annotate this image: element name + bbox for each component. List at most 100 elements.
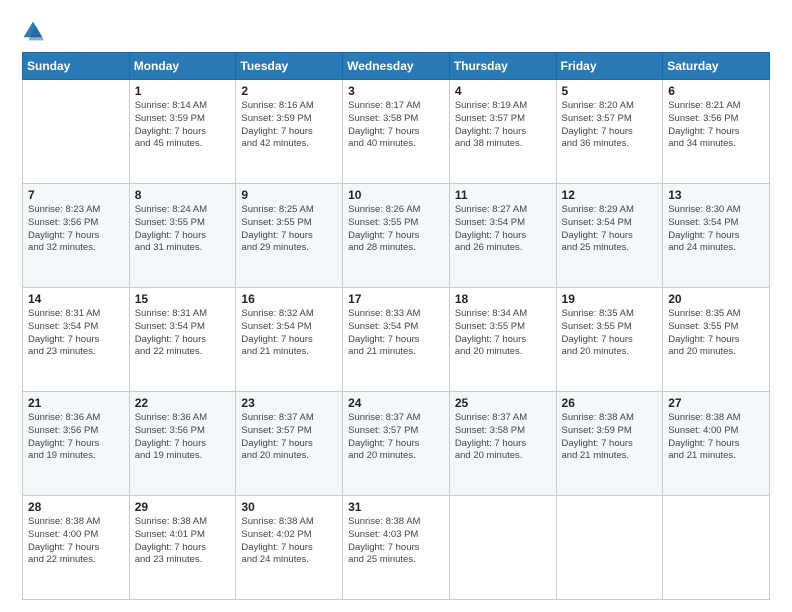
day-info: Sunrise: 8:31 AM Sunset: 3:54 PM Dayligh… [28, 308, 124, 359]
day-number: 8 [135, 188, 231, 202]
day-cell: 30 Sunrise: 8:38 AM Sunset: 4:02 PM Dayli… [236, 496, 343, 600]
day-cell: 16 Sunrise: 8:32 AM Sunset: 3:54 PM Dayli… [236, 288, 343, 392]
day-cell: 14 Sunrise: 8:31 AM Sunset: 3:54 PM Dayli… [23, 288, 130, 392]
day-cell: 29 Sunrise: 8:38 AM Sunset: 4:01 PM Dayli… [129, 496, 236, 600]
day-info: Sunrise: 8:33 AM Sunset: 3:54 PM Dayligh… [348, 308, 444, 359]
day-info: Sunrise: 8:26 AM Sunset: 3:55 PM Dayligh… [348, 204, 444, 255]
day-info: Sunrise: 8:32 AM Sunset: 3:54 PM Dayligh… [241, 308, 337, 359]
day-cell: 9Sunrise: 8:25 AM Sunset: 3:55 PM Daylig… [236, 184, 343, 288]
day-cell: 7 Sunrise: 8:23 AM Sunset: 3:56 PM Daylig… [23, 184, 130, 288]
day-number: 10 [348, 188, 444, 202]
day-cell: 26 Sunrise: 8:38 AM Sunset: 3:59 PM Dayli… [556, 392, 663, 496]
day-number: 13 [668, 188, 764, 202]
day-info: Sunrise: 8:19 AM Sunset: 3:57 PM Dayligh… [455, 100, 551, 151]
day-info: Sunrise: 8:38 AM Sunset: 4:00 PM Dayligh… [668, 412, 764, 463]
day-info: Sunrise: 8:24 AM Sunset: 3:55 PM Dayligh… [135, 204, 231, 255]
day-cell: 8 Sunrise: 8:24 AM Sunset: 3:55 PM Daylig… [129, 184, 236, 288]
col-header-thursday: Thursday [449, 53, 556, 80]
day-info: Sunrise: 8:36 AM Sunset: 3:56 PM Dayligh… [28, 412, 124, 463]
day-info: Sunrise: 8:37 AM Sunset: 3:57 PM Dayligh… [348, 412, 444, 463]
day-number: 30 [241, 500, 337, 514]
day-cell: 23 Sunrise: 8:37 AM Sunset: 3:57 PM Dayli… [236, 392, 343, 496]
header [22, 18, 770, 42]
col-header-tuesday: Tuesday [236, 53, 343, 80]
day-info: Sunrise: 8:38 AM Sunset: 3:59 PM Dayligh… [562, 412, 658, 463]
day-info: Sunrise: 8:23 AM Sunset: 3:56 PM Dayligh… [28, 204, 124, 255]
week-row-1: 1 Sunrise: 8:14 AM Sunset: 3:59 PM Daylig… [23, 80, 770, 184]
week-row-5: 28 Sunrise: 8:38 AM Sunset: 4:00 PM Dayli… [23, 496, 770, 600]
day-cell [23, 80, 130, 184]
day-cell: 19 Sunrise: 8:35 AM Sunset: 3:55 PM Dayli… [556, 288, 663, 392]
day-info: Sunrise: 8:29 AM Sunset: 3:54 PM Dayligh… [562, 204, 658, 255]
day-number: 20 [668, 292, 764, 306]
day-number: 2 [241, 84, 337, 98]
day-number: 7 [28, 188, 124, 202]
day-cell: 25 Sunrise: 8:37 AM Sunset: 3:58 PM Dayli… [449, 392, 556, 496]
day-number: 19 [562, 292, 658, 306]
day-number: 6 [668, 84, 764, 98]
day-number: 25 [455, 396, 551, 410]
week-row-3: 14 Sunrise: 8:31 AM Sunset: 3:54 PM Dayli… [23, 288, 770, 392]
day-number: 14 [28, 292, 124, 306]
day-number: 28 [28, 500, 124, 514]
day-number: 27 [668, 396, 764, 410]
day-number: 11 [455, 188, 551, 202]
calendar: SundayMondayTuesdayWednesdayThursdayFrid… [22, 52, 770, 600]
day-cell: 10 Sunrise: 8:26 AM Sunset: 3:55 PM Dayli… [343, 184, 450, 288]
day-cell: 11 Sunrise: 8:27 AM Sunset: 3:54 PM Dayli… [449, 184, 556, 288]
day-number: 12 [562, 188, 658, 202]
day-cell [663, 496, 770, 600]
day-info: Sunrise: 8:35 AM Sunset: 3:55 PM Dayligh… [562, 308, 658, 359]
day-info: Sunrise: 8:14 AM Sunset: 3:59 PM Dayligh… [135, 100, 231, 151]
day-info: Sunrise: 8:34 AM Sunset: 3:55 PM Dayligh… [455, 308, 551, 359]
week-row-4: 21 Sunrise: 8:36 AM Sunset: 3:56 PM Dayli… [23, 392, 770, 496]
logo [22, 18, 48, 42]
day-number: 16 [241, 292, 337, 306]
day-info: Sunrise: 8:31 AM Sunset: 3:54 PM Dayligh… [135, 308, 231, 359]
day-info: Sunrise: 8:38 AM Sunset: 4:00 PM Dayligh… [28, 516, 124, 567]
day-cell: 21 Sunrise: 8:36 AM Sunset: 3:56 PM Dayli… [23, 392, 130, 496]
day-info: Sunrise: 8:35 AM Sunset: 3:55 PM Dayligh… [668, 308, 764, 359]
day-number: 5 [562, 84, 658, 98]
week-row-2: 7 Sunrise: 8:23 AM Sunset: 3:56 PM Daylig… [23, 184, 770, 288]
col-header-saturday: Saturday [663, 53, 770, 80]
day-cell: 2Sunrise: 8:16 AM Sunset: 3:59 PM Daylig… [236, 80, 343, 184]
day-info: Sunrise: 8:38 AM Sunset: 4:03 PM Dayligh… [348, 516, 444, 567]
day-cell: 18 Sunrise: 8:34 AM Sunset: 3:55 PM Dayli… [449, 288, 556, 392]
day-info: Sunrise: 8:38 AM Sunset: 4:02 PM Dayligh… [241, 516, 337, 567]
day-info: Sunrise: 8:21 AM Sunset: 3:56 PM Dayligh… [668, 100, 764, 151]
day-cell: 13Sunrise: 8:30 AM Sunset: 3:54 PM Dayli… [663, 184, 770, 288]
logo-icon [22, 20, 44, 42]
day-number: 18 [455, 292, 551, 306]
page: SundayMondayTuesdayWednesdayThursdayFrid… [0, 0, 792, 612]
day-number: 1 [135, 84, 231, 98]
day-number: 4 [455, 84, 551, 98]
day-cell [449, 496, 556, 600]
day-cell: 1 Sunrise: 8:14 AM Sunset: 3:59 PM Daylig… [129, 80, 236, 184]
day-info: Sunrise: 8:37 AM Sunset: 3:58 PM Dayligh… [455, 412, 551, 463]
day-info: Sunrise: 8:27 AM Sunset: 3:54 PM Dayligh… [455, 204, 551, 255]
day-number: 26 [562, 396, 658, 410]
day-cell: 15 Sunrise: 8:31 AM Sunset: 3:54 PM Dayli… [129, 288, 236, 392]
day-cell: 12 Sunrise: 8:29 AM Sunset: 3:54 PM Dayli… [556, 184, 663, 288]
day-info: Sunrise: 8:37 AM Sunset: 3:57 PM Dayligh… [241, 412, 337, 463]
col-header-friday: Friday [556, 53, 663, 80]
day-cell: 24Sunrise: 8:37 AM Sunset: 3:57 PM Dayli… [343, 392, 450, 496]
day-cell: 5Sunrise: 8:20 AM Sunset: 3:57 PM Daylig… [556, 80, 663, 184]
day-cell: 20 Sunrise: 8:35 AM Sunset: 3:55 PM Dayli… [663, 288, 770, 392]
day-number: 22 [135, 396, 231, 410]
col-header-monday: Monday [129, 53, 236, 80]
day-cell: 22Sunrise: 8:36 AM Sunset: 3:56 PM Dayli… [129, 392, 236, 496]
calendar-header-row: SundayMondayTuesdayWednesdayThursdayFrid… [23, 53, 770, 80]
day-number: 23 [241, 396, 337, 410]
day-number: 15 [135, 292, 231, 306]
day-info: Sunrise: 8:25 AM Sunset: 3:55 PM Dayligh… [241, 204, 337, 255]
day-number: 29 [135, 500, 231, 514]
day-number: 21 [28, 396, 124, 410]
day-cell: 6 Sunrise: 8:21 AM Sunset: 3:56 PM Daylig… [663, 80, 770, 184]
day-info: Sunrise: 8:38 AM Sunset: 4:01 PM Dayligh… [135, 516, 231, 567]
day-cell: 28 Sunrise: 8:38 AM Sunset: 4:00 PM Dayli… [23, 496, 130, 600]
day-cell: 3Sunrise: 8:17 AM Sunset: 3:58 PM Daylig… [343, 80, 450, 184]
day-number: 3 [348, 84, 444, 98]
col-header-wednesday: Wednesday [343, 53, 450, 80]
